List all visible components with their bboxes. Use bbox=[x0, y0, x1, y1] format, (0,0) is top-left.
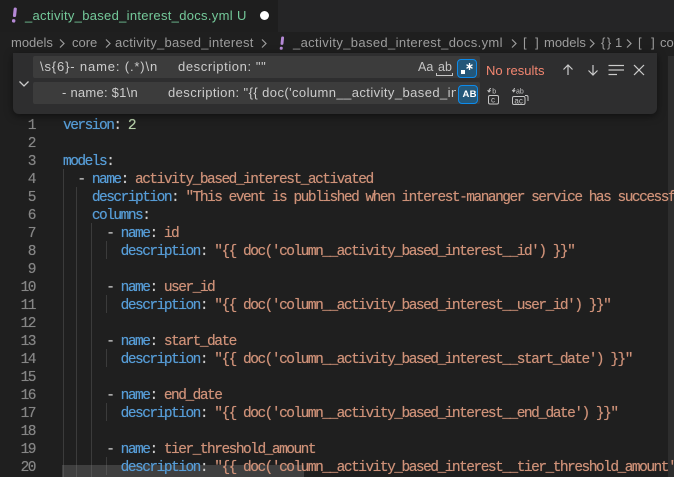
svg-text:ac: ac bbox=[514, 96, 522, 105]
svg-text:ab: ab bbox=[516, 89, 524, 96]
svg-text:b: b bbox=[492, 89, 496, 96]
svg-text:c: c bbox=[491, 96, 495, 105]
